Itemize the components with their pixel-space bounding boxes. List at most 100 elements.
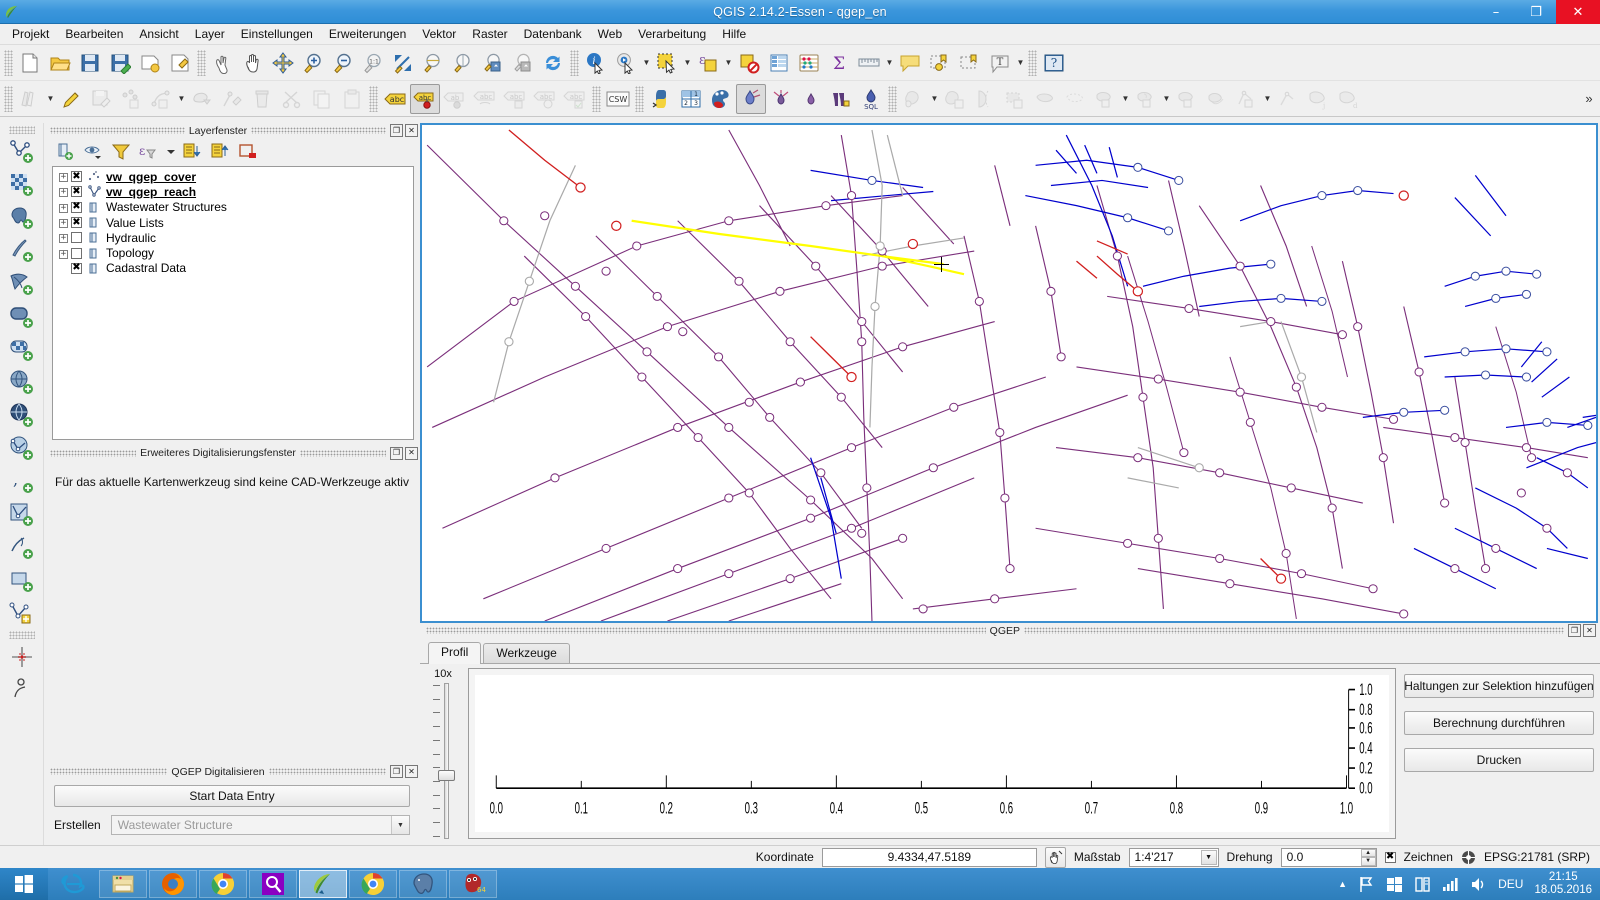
add-raster-layer-icon[interactable] — [5, 168, 39, 201]
dock-drag-handle[interactable] — [50, 768, 168, 775]
clock[interactable]: 21:15 18.05.2016 — [1534, 871, 1592, 897]
chevron-down-icon[interactable]: ▼ — [884, 48, 895, 78]
layer-row-hydraulic[interactable]: + Hydraulic — [53, 230, 413, 245]
expand-icon[interactable]: + — [57, 217, 70, 229]
menu-projekt[interactable]: Projekt — [4, 25, 57, 43]
chevron-down-icon[interactable]: ▼ — [1015, 48, 1026, 78]
chevron-down-icon[interactable]: ▼ — [176, 84, 187, 114]
offset-curve-icon[interactable] — [1232, 84, 1262, 114]
move-feature-icon[interactable] — [187, 84, 217, 114]
composer-manager-icon[interactable] — [165, 48, 195, 78]
change-label-icon[interactable]: abc — [530, 84, 560, 114]
zoom-next-icon[interactable] — [508, 48, 538, 78]
dock-drag-handle[interactable] — [299, 449, 387, 457]
menu-vektor[interactable]: Vektor — [414, 25, 464, 43]
tab-profil[interactable]: Profil — [428, 642, 482, 664]
layer-visibility-checkbox[interactable] — [71, 232, 82, 244]
layer-row-value-lists[interactable]: + ✖ Value Lists — [53, 215, 413, 230]
chrome-icon[interactable] — [199, 870, 247, 898]
delete-ring-icon[interactable] — [1060, 84, 1090, 114]
pan-to-selection-icon[interactable] — [268, 48, 298, 78]
windows-action-center-icon[interactable] — [1386, 876, 1403, 893]
firefox-icon[interactable] — [149, 870, 197, 898]
show-bookmarks-icon[interactable] — [955, 48, 985, 78]
measure-angle-icon[interactable] — [5, 673, 39, 706]
qgep-symbology-icon[interactable] — [706, 84, 736, 114]
expand-all-icon[interactable] — [179, 140, 205, 164]
qgep-sql-icon[interactable]: SQL — [856, 84, 886, 114]
rotate-point-icon[interactable]: j — [1303, 84, 1333, 114]
select-by-expression-icon[interactable]: ɛ — [693, 48, 723, 78]
remove-layer-icon[interactable] — [235, 140, 261, 164]
language-indicator[interactable]: DEU — [1498, 877, 1523, 891]
run-feature-action-icon[interactable] — [611, 48, 641, 78]
print-button[interactable]: Drucken — [1404, 748, 1594, 772]
copy-features-icon[interactable] — [307, 84, 337, 114]
new-print-composer-icon[interactable] — [135, 48, 165, 78]
delete-part-icon[interactable]: d — [1333, 84, 1363, 114]
slider-handle[interactable] — [438, 770, 455, 782]
layers-panel-close-button[interactable]: ✕ — [405, 124, 418, 137]
layer-visibility-checkbox[interactable]: ✖ — [71, 262, 82, 274]
chevron-down-icon[interactable]: ▼ — [1262, 84, 1273, 114]
add-virtual-layer-icon[interactable] — [5, 498, 39, 531]
deselect-features-icon[interactable] — [734, 48, 764, 78]
open-project-icon[interactable] — [45, 48, 75, 78]
expand-icon[interactable]: + — [57, 202, 70, 213]
add-ring-icon[interactable] — [1172, 84, 1202, 114]
snapping-options-icon[interactable] — [5, 640, 39, 673]
stepper-up-icon[interactable]: ▲ — [1360, 848, 1376, 857]
add-wfs-layer-icon[interactable] — [5, 432, 39, 465]
menu-datenbank[interactable]: Datenbank — [516, 25, 590, 43]
move-label-icon[interactable]: abc — [470, 84, 500, 114]
expand-icon[interactable]: + — [57, 232, 70, 244]
chevron-down-icon[interactable]: ▼ — [1120, 84, 1131, 114]
zoom-out-icon[interactable] — [328, 48, 358, 78]
flag-icon[interactable] — [1358, 876, 1375, 893]
fill-ring-icon[interactable] — [1131, 84, 1161, 114]
coordinate-input[interactable]: 9.4334,47.5189 — [821, 847, 1037, 867]
add-mssql-layer-icon[interactable] — [5, 267, 39, 300]
measure-icon[interactable] — [854, 48, 884, 78]
add-db2-layer-icon[interactable] — [5, 333, 39, 366]
text-annotation-icon[interactable]: T — [985, 48, 1015, 78]
zoom-to-layer-icon[interactable] — [418, 48, 448, 78]
expand-icon[interactable]: + — [57, 186, 70, 198]
merge-features-icon[interactable] — [1000, 84, 1030, 114]
chevron-down-icon[interactable]: ▼ — [929, 84, 940, 114]
zoom-native-icon[interactable]: 1:1 — [358, 48, 388, 78]
toggle-editing-icon[interactable] — [56, 84, 86, 114]
file-explorer-icon[interactable] — [99, 870, 147, 898]
layer-row-wastewater-structures[interactable]: + ✖ Wastewater Structures — [53, 200, 413, 215]
network-drive-icon[interactable] — [1414, 876, 1431, 893]
layer-row-vw-qgep-reach[interactable]: + ✖ vw_qgep_reach — [53, 184, 413, 199]
profile-plot[interactable]: 0.0 0.1 0.2 0.3 0.4 0.5 0.6 0.7 0.8 0.9 … — [475, 675, 1389, 832]
add-delimited-text-layer-icon[interactable]: , — [5, 465, 39, 498]
add-oracle-layer-icon[interactable] — [5, 300, 39, 333]
new-spatialite-layer-icon[interactable] — [5, 564, 39, 597]
menu-erweiterungen[interactable]: Erweiterungen — [321, 25, 414, 43]
new-project-icon[interactable] — [15, 48, 45, 78]
dock-drag-handle[interactable] — [268, 768, 386, 775]
layer-row-cadastral-data[interactable]: ✖ Cadastral Data — [53, 261, 413, 276]
pin-labels-icon[interactable]: abc — [410, 83, 440, 114]
search-everything-icon[interactable] — [249, 870, 297, 898]
close-button[interactable]: ✕ — [1556, 0, 1600, 24]
dock-drag-handle[interactable] — [50, 449, 137, 457]
filter-legend-icon[interactable] — [108, 140, 134, 164]
show-hide-labels-icon[interactable]: ab — [440, 84, 470, 114]
add-group-icon[interactable] — [52, 140, 78, 164]
layer-visibility-checkbox[interactable]: ✖ — [71, 217, 82, 229]
layer-row-topology[interactable]: + Topology — [53, 245, 413, 260]
layer-row-vw-qgep-cover[interactable]: + ✖ vw_qgep_cover — [53, 169, 413, 184]
layers-panel-float-button[interactable]: ❐ — [390, 124, 403, 137]
manage-visibility-icon[interactable] — [80, 140, 106, 164]
map-tips-icon[interactable] — [895, 48, 925, 78]
menu-layer[interactable]: Layer — [187, 25, 233, 43]
toolbar-overflow-button[interactable]: » — [1578, 91, 1600, 106]
qgep-panel-close-button[interactable]: ✕ — [1583, 624, 1596, 637]
save-project-icon[interactable] — [75, 48, 105, 78]
chevron-down-icon[interactable]: ▼ — [641, 48, 652, 78]
layer-tree[interactable]: + ✖ vw_qgep_cover + ✖ vw_qgep_reach + ✖ … — [52, 166, 414, 440]
add-feature-point-icon[interactable] — [116, 84, 146, 114]
